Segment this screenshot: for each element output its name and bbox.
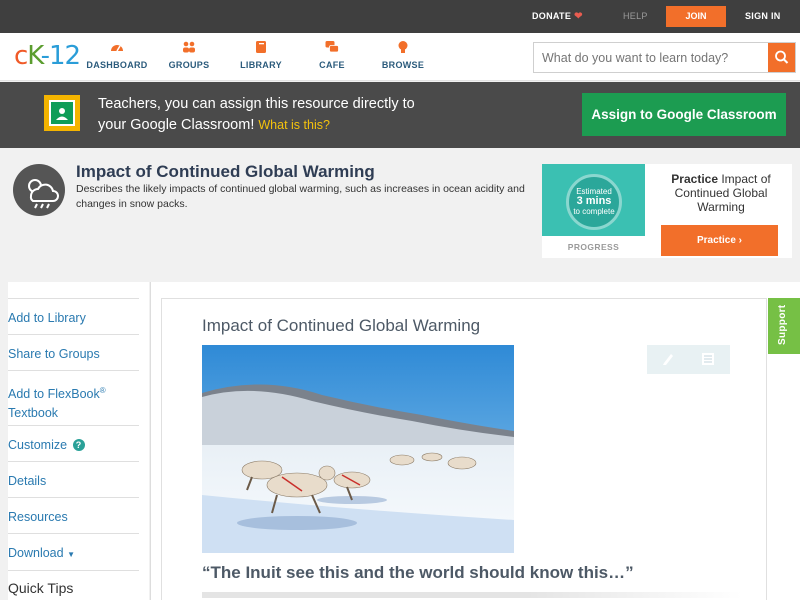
content-title: Impact of Continued Global Warming: [202, 316, 481, 335]
banner-text-line1: Teachers, you can assign this resource d…: [98, 96, 415, 112]
estimated-minutes: 3 mins: [576, 195, 612, 207]
notes-icon[interactable]: [701, 352, 715, 366]
main-nav: cK-12 DASHBOARD GROUPS LIBRARY CAFE BROW…: [0, 33, 800, 81]
support-label: Support: [777, 304, 788, 345]
estimated-time-badge: Estimated 3 mins to complete: [566, 174, 622, 230]
sled-dogs-photo: [202, 345, 514, 553]
practice-button[interactable]: Practice ›: [661, 225, 778, 256]
join-button[interactable]: JOIN: [666, 6, 726, 27]
quick-tips-heading: Quick Tips: [8, 570, 139, 596]
library-book-icon: [256, 41, 266, 53]
google-classroom-banner: Teachers, you can assign this resource d…: [0, 82, 800, 148]
nav-dashboard-label: DASHBOARD: [86, 60, 148, 70]
caret-down-icon: ▼: [67, 550, 75, 559]
top-bar: DONATE ❤ HELP JOIN SIGN IN: [0, 0, 800, 33]
logo-12: -12: [40, 41, 81, 71]
sidebar-item-customize[interactable]: Customize ?: [8, 425, 139, 455]
practice-title-bold: Practice: [671, 172, 718, 186]
estimated-to-complete: to complete: [573, 207, 615, 216]
sidebar-item-label: Details: [8, 474, 47, 488]
sidebar-item-label: Customize: [8, 438, 68, 452]
annotation-toolbar: [647, 345, 730, 374]
logo-c: c: [14, 41, 28, 71]
page-description: Describes the likely impacts of continue…: [76, 183, 525, 210]
nav-browse[interactable]: BROWSE: [368, 40, 438, 70]
sidebar-item-label: Resources: [8, 510, 68, 524]
nav-dashboard[interactable]: DASHBOARD: [82, 40, 152, 70]
registered-mark: ®: [99, 386, 106, 395]
practice-button-label: Practice: [696, 235, 736, 246]
google-classroom-icon: [44, 95, 80, 131]
logo-k: K: [27, 41, 41, 71]
nav-cafe-label: CAFE: [319, 60, 345, 70]
nav-groups[interactable]: GROUPS: [154, 40, 224, 70]
help-link[interactable]: HELP: [623, 11, 648, 21]
nav-groups-label: GROUPS: [168, 60, 210, 70]
search-button[interactable]: [768, 43, 795, 72]
support-tab[interactable]: Support: [768, 298, 800, 354]
sidebar-item-label: Share to Groups: [8, 347, 100, 361]
nav-browse-label: BROWSE: [381, 60, 425, 70]
sidebar-item-add-to-library[interactable]: Add to Library: [8, 298, 139, 328]
dashboard-gauge-icon: [111, 45, 123, 52]
content-paragraph-preview: [202, 592, 742, 598]
sidebar-item-share-to-groups[interactable]: Share to Groups: [8, 334, 139, 364]
assign-to-google-classroom-button[interactable]: Assign to Google Classroom: [582, 93, 786, 136]
practice-progress-panel: Estimated 3 mins to complete: [542, 164, 645, 236]
cafe-chat-bubbles-icon: [325, 41, 339, 53]
sidebar-item-details[interactable]: Details: [8, 461, 139, 491]
nav-cafe[interactable]: CAFE: [297, 40, 367, 70]
donate-label: DONATE: [532, 11, 572, 21]
sidebar-item-label-line2: Textbook: [8, 406, 59, 421]
progress-label: PROGRESS: [567, 242, 620, 252]
donate-link[interactable]: DONATE ❤: [532, 11, 583, 22]
search-input[interactable]: [534, 43, 769, 72]
heart-icon: ❤: [574, 11, 583, 22]
practice-title: Practice Impact of Continued Global Warm…: [660, 172, 782, 214]
sidebar-item-label: Add to Library: [8, 311, 86, 325]
practice-card: Estimated 3 mins to complete PROGRESS Pr…: [542, 164, 792, 258]
browse-lightbulb-icon: [398, 41, 408, 53]
search-icon: [775, 50, 789, 64]
groups-people-icon: [183, 41, 195, 53]
sidebar-item-add-to-flexbook[interactable]: Add to FlexBook® Textbook: [8, 370, 139, 423]
ck12-logo[interactable]: cK-12: [14, 41, 81, 71]
sidebar-item-download[interactable]: Download ▼: [8, 533, 139, 564]
nav-library[interactable]: LIBRARY: [226, 40, 296, 70]
chevron-right-icon: ›: [738, 235, 743, 246]
banner-text: Teachers, you can assign this resource d…: [98, 94, 538, 136]
page-title: Impact of Continued Global Warming: [76, 162, 375, 181]
pencil-icon[interactable]: [661, 352, 675, 366]
nav-library-label: LIBRARY: [240, 60, 282, 70]
sidebar-item-label: Download: [8, 546, 64, 560]
help-question-icon[interactable]: ?: [72, 439, 85, 451]
search-box: [533, 42, 796, 73]
sidebar-item-resources[interactable]: Resources: [8, 497, 139, 527]
banner-text-line2: your Google Classroom!: [98, 117, 255, 133]
sidebar-item-label: Add to FlexBook: [8, 387, 100, 402]
sign-in-link[interactable]: SIGN IN: [745, 11, 781, 21]
what-is-this-link[interactable]: What is this?: [258, 118, 330, 132]
content-quote-heading: “The Inuit see this and the world should…: [202, 563, 634, 582]
weather-cloud-sun-icon: [13, 164, 65, 216]
